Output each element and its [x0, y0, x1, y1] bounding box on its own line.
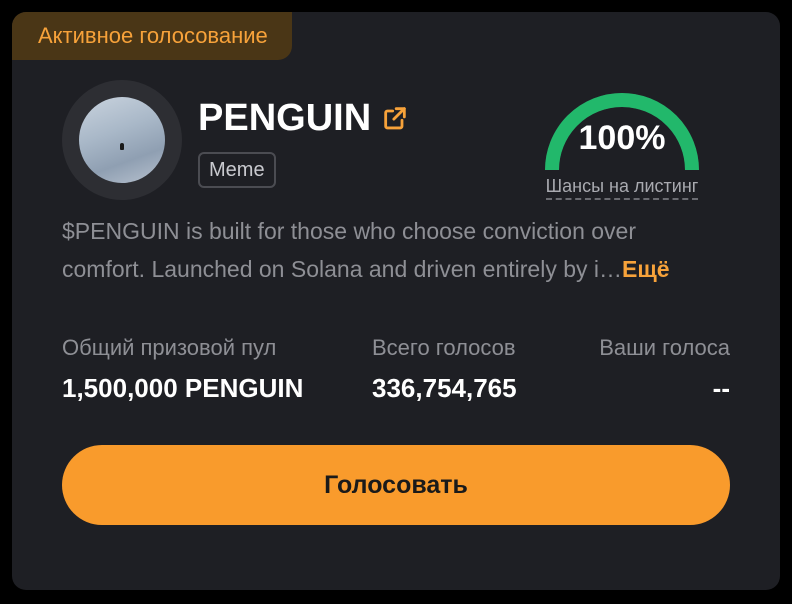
- voting-card: Активное голосование PENGUIN Meme 100% Ш…: [12, 12, 780, 590]
- description-line-2-text: comfort. Launched on Solana and driven e…: [62, 256, 622, 282]
- prize-pool-value: 1,500,000 PENGUIN: [62, 373, 304, 403]
- description-line-2: comfort. Launched on Solana and driven e…: [62, 250, 734, 288]
- description-line-1: $PENGUIN is built for those who choose c…: [62, 218, 636, 244]
- listing-chance-value: 100%: [578, 119, 666, 157]
- total-votes-label: Всего голосов: [372, 335, 516, 360]
- token-description: $PENGUIN is built for those who choose c…: [62, 212, 734, 288]
- status-badge: Активное голосование: [12, 12, 292, 60]
- listing-chance-label[interactable]: Шансы на листинг: [532, 174, 712, 200]
- token-name: PENGUIN: [198, 97, 372, 139]
- your-votes-value: --: [712, 373, 730, 403]
- total-votes-value: 336,754,765: [372, 373, 517, 403]
- your-votes-label: Ваши голоса: [599, 335, 730, 360]
- token-logo-image: [79, 97, 165, 183]
- category-tag[interactable]: Meme: [198, 152, 276, 188]
- prize-pool-label: Общий призовой пул: [62, 335, 277, 360]
- listing-chance-label-text: Шансы на листинг: [545, 176, 699, 200]
- vote-button[interactable]: Голосовать: [62, 445, 730, 525]
- token-title: PENGUIN: [198, 96, 409, 140]
- penguin-figure: [120, 143, 124, 150]
- read-more-link[interactable]: Ещё: [622, 256, 670, 282]
- external-link-icon[interactable]: [381, 104, 409, 132]
- avatar: [62, 80, 182, 200]
